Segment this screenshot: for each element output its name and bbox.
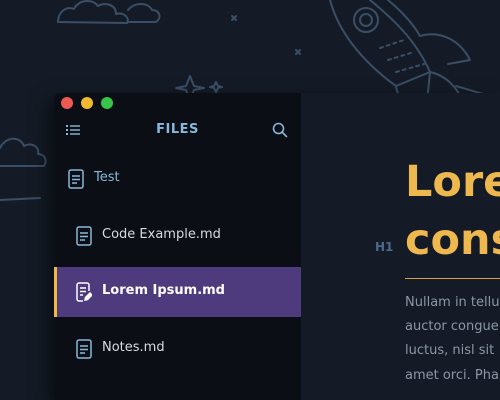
cloud-icon [0,137,47,167]
sidebar-item-test[interactable]: Test [54,154,301,204]
maximize-window-button[interactable] [101,97,113,109]
paragraph-line: auctor congue [405,319,499,334]
minimize-window-button[interactable] [81,97,93,109]
document-icon [76,339,92,359]
paragraph-line: amet orci. Pha [405,368,499,383]
edit-document-icon [76,282,92,302]
paragraph-line: Nullam in tellu [405,295,500,310]
sidebar-item-label: Test [94,170,120,185]
active-indicator [54,267,57,317]
sidebar-item-label: Lorem Ipsum.md [102,283,225,298]
document-icon [76,226,92,246]
heading-line: Lore [405,157,500,207]
paragraph-line: luctus, nisl sit [405,343,495,358]
sidebar-item-label: Code Example.md [102,227,221,242]
sidebar-item-label: Notes.md [102,340,165,355]
close-window-button[interactable] [61,97,73,109]
sidebar-item-lorem-ipsum[interactable]: Lorem Ipsum.md [54,267,301,317]
markdown-editor[interactable]: H1 Lore cons Nullam in tellu auctor cong… [301,93,500,400]
document-icon [68,169,84,189]
star-icon [209,81,223,93]
search-icon[interactable] [272,122,288,138]
heading-line: cons [405,215,500,265]
sidebar-item-code-example[interactable]: Code Example.md [54,211,301,261]
heading-underline [405,278,500,279]
files-sidebar: FILES Test Code Example.md Lorem Ipsum.m… [54,93,301,400]
app-window: FILES Test Code Example.md Lorem Ipsum.m… [54,93,500,400]
cloud-icon [57,0,129,24]
sidebar-title: FILES [156,122,199,137]
title-bar [54,93,301,113]
heading-level-marker: H1 [375,240,394,254]
sidebar-item-notes[interactable]: Notes.md [54,324,301,374]
